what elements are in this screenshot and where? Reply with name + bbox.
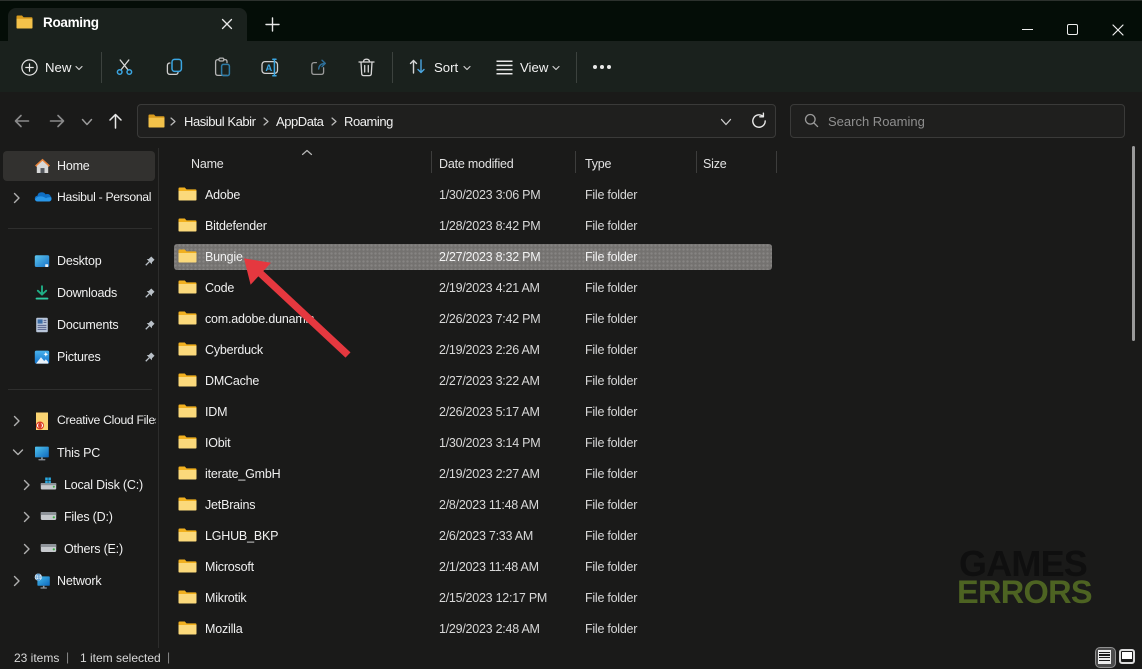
svg-text:A: A xyxy=(265,63,272,74)
